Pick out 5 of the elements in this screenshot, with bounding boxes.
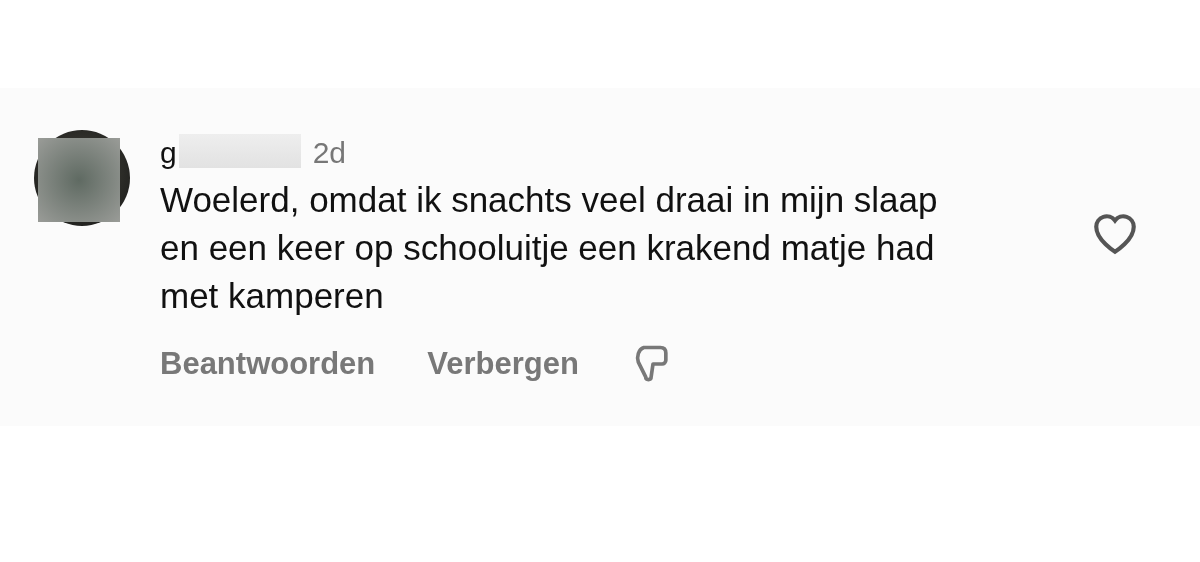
comment-text: Woelerd, omdat ik snachts veel draai in mijn slaap en een keer op schooluitje een krakend matje had met kamperen (160, 179, 939, 317)
hide-button[interactable]: Verbergen (427, 346, 579, 382)
username[interactable]: g (160, 136, 177, 170)
reply-button[interactable]: Beantwoorden (160, 346, 376, 382)
comment-time: 2d (312, 136, 347, 170)
